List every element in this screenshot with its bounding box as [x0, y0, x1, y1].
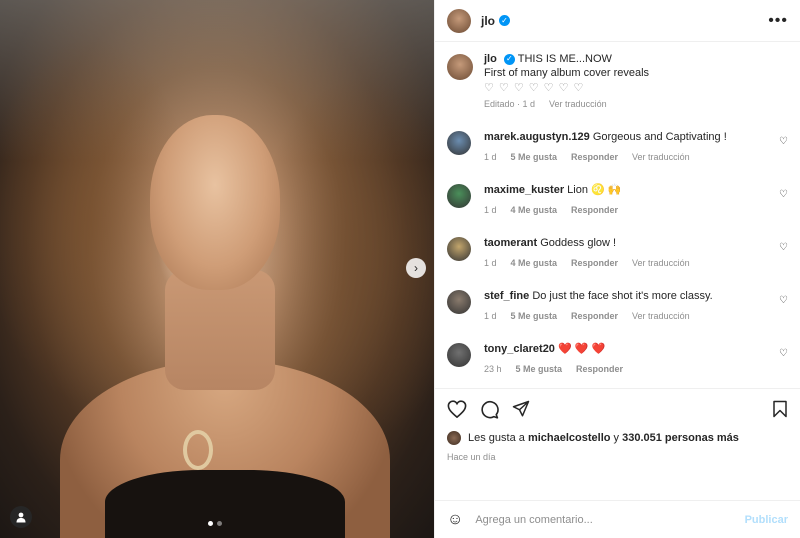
comment-icon[interactable] [480, 400, 499, 419]
likes-middle: y [613, 432, 620, 444]
avatar[interactable] [447, 431, 461, 445]
comment-item: marek.augustyn.129 Gorgeous and Captivat… [447, 130, 788, 162]
photo-top [105, 470, 345, 538]
post-comment-button[interactable]: Publicar [745, 514, 788, 526]
likes-prefix: Les gusta a [468, 432, 525, 444]
more-options-icon[interactable]: ••• [768, 12, 788, 30]
reply-button[interactable]: Responder [571, 205, 618, 215]
comment-input[interactable] [475, 513, 745, 526]
carousel-dots [208, 521, 222, 526]
comment-username[interactable]: tony_claret20 [484, 343, 555, 355]
person-icon [16, 512, 26, 523]
author-username[interactable]: jlo [481, 14, 495, 28]
tagged-users-button[interactable] [10, 506, 32, 528]
verified-badge-icon: ✓ [503, 53, 515, 65]
post-panel: jlo ✓ ••• jlo ✓ THIS IS ME...NOW First o… [434, 0, 800, 538]
reply-button[interactable]: Responder [571, 258, 618, 268]
comment-like-icon[interactable]: ♡ [779, 348, 788, 359]
carousel-dot [217, 521, 222, 526]
avatar[interactable] [447, 237, 471, 261]
comment-like-icon[interactable]: ♡ [779, 136, 788, 147]
reply-button[interactable]: Responder [576, 364, 623, 374]
comment-time[interactable]: 1 d [484, 311, 497, 321]
avatar[interactable] [447, 343, 471, 367]
comment-time[interactable]: 1 d [484, 205, 497, 215]
photo-face [150, 115, 280, 290]
caption-hearts: ♡ ♡ ♡ ♡ ♡ ♡ ♡ [484, 82, 585, 94]
comment-like-icon[interactable]: ♡ [779, 295, 788, 306]
save-icon[interactable] [772, 400, 788, 418]
comment-text: Goddess glow ! [540, 237, 617, 249]
carousel-dot [208, 521, 213, 526]
reply-button[interactable]: Responder [571, 152, 618, 162]
see-translation-link[interactable]: Ver traducción [632, 311, 690, 321]
caption-username[interactable]: jlo [484, 53, 497, 65]
comment-form: ☺ Publicar [435, 500, 800, 538]
comment-like-icon[interactable]: ♡ [779, 242, 788, 253]
comment-username[interactable]: maxime_kuster [484, 184, 564, 196]
reply-button[interactable]: Responder [571, 311, 618, 321]
likes-count[interactable]: 330.051 personas más [622, 432, 739, 444]
like-icon[interactable] [447, 400, 467, 418]
see-translation-link[interactable]: Ver traducción [632, 152, 690, 162]
likes-user[interactable]: michaelcostello [528, 432, 611, 444]
see-translation-link[interactable]: Ver traducción [632, 258, 690, 268]
comment-item: maxime_kuster Lion ♌ 🙌 1 d 4 Me gusta Re… [447, 183, 788, 215]
comment-likes[interactable]: 5 Me gusta [516, 364, 563, 374]
likes-summary: Les gusta a michaelcostello y 330.051 pe… [447, 431, 788, 445]
post-actions: Les gusta a michaelcostello y 330.051 pe… [435, 388, 800, 500]
comment-likes[interactable]: 4 Me gusta [511, 258, 558, 268]
comment-time[interactable]: 23 h [484, 364, 502, 374]
comment-username[interactable]: marek.augustyn.129 [484, 131, 590, 143]
comment-like-icon[interactable]: ♡ [779, 189, 788, 200]
comments-list: marek.augustyn.129 Gorgeous and Captivat… [447, 130, 788, 388]
share-icon[interactable] [512, 400, 530, 418]
avatar[interactable] [447, 290, 471, 314]
photo-pendant [183, 430, 213, 470]
comment-item: taomerant Goddess glow ! 1 d 4 Me gusta … [447, 236, 788, 268]
caption-text: First of many album cover reveals [484, 67, 650, 79]
comment-text: Do just the face shot it's more classy. [532, 290, 713, 302]
comment-text: ❤️ ❤️ ❤️ [558, 343, 606, 355]
comment-time[interactable]: 1 d [484, 152, 497, 162]
comment-text: Lion ♌ 🙌 [567, 184, 622, 196]
avatar[interactable] [447, 131, 471, 155]
post-media[interactable]: › [0, 0, 434, 538]
comment-username[interactable]: taomerant [484, 237, 537, 249]
next-slide-button[interactable]: › [406, 258, 426, 278]
caption-title: THIS IS ME...NOW [517, 53, 612, 65]
comment-username[interactable]: stef_fine [484, 290, 529, 302]
avatar[interactable] [447, 54, 473, 80]
see-translation-link[interactable]: Ver traducción [549, 99, 607, 109]
comment-likes[interactable]: 4 Me gusta [511, 205, 558, 215]
avatar[interactable] [447, 184, 471, 208]
comment-likes[interactable]: 5 Me gusta [511, 152, 558, 162]
comment-text: Gorgeous and Captivating ! [592, 131, 727, 143]
comment-likes[interactable]: 5 Me gusta [511, 311, 558, 321]
chevron-right-icon: › [414, 261, 418, 275]
comment-item: tony_claret20 ❤️ ❤️ ❤️ 23 h 5 Me gusta R… [447, 342, 788, 374]
caption-edited-time: Editado · 1 d [484, 99, 536, 109]
comment-item: stef_fine Do just the face shot it's mor… [447, 289, 788, 321]
verified-badge-icon: ✓ [499, 15, 510, 26]
comment-time[interactable]: 1 d [484, 258, 497, 268]
emoji-icon[interactable]: ☺ [447, 511, 463, 529]
post-time[interactable]: Hace un día [447, 452, 788, 462]
comments-section[interactable]: jlo ✓ THIS IS ME...NOW First of many alb… [435, 42, 800, 388]
post-caption: jlo ✓ THIS IS ME...NOW First of many alb… [447, 52, 788, 109]
avatar[interactable] [447, 8, 471, 33]
post-header: jlo ✓ ••• [435, 0, 800, 42]
